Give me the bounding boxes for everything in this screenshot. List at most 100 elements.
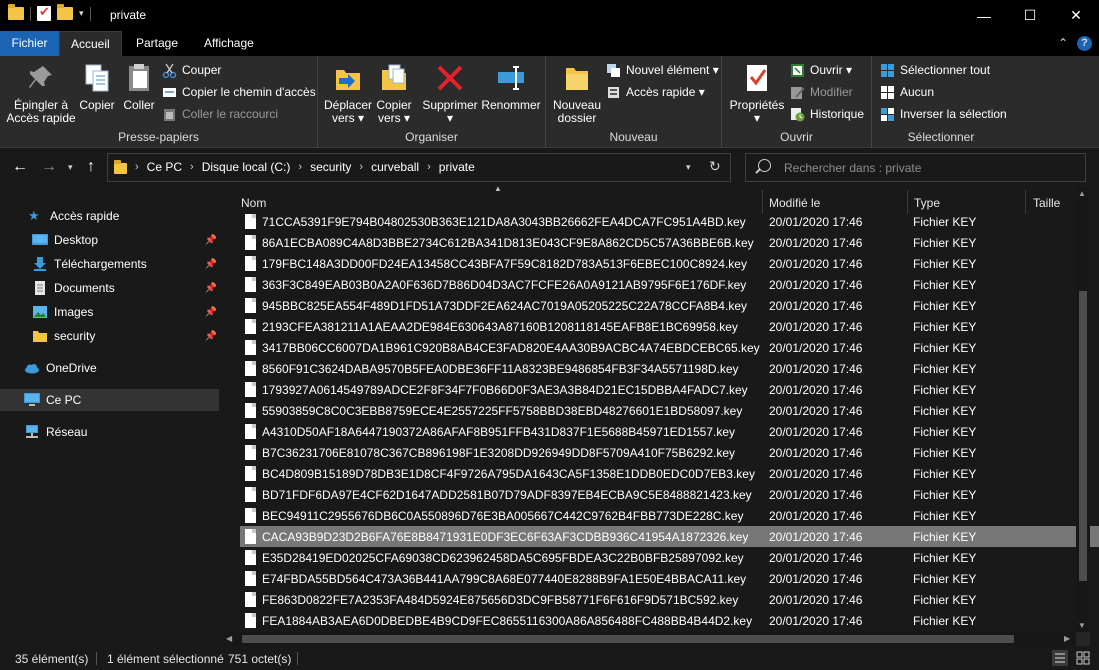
recent-locations-icon[interactable]: ▾ (68, 162, 73, 173)
nav-security[interactable]: security 📌 (0, 325, 219, 347)
customize-toolbar-icon[interactable]: ▾ (79, 8, 84, 19)
table-row[interactable]: E35D28419ED02025CFA69038CD623962458DA5C6… (240, 547, 1099, 568)
delete-button[interactable]: Supprimer ▾ (418, 62, 482, 125)
table-row[interactable]: 179FBC148A3DD00FD24EA13458CC43BFA7F59C81… (240, 253, 1099, 274)
copy-to-button[interactable]: Copier vers ▾ (374, 62, 414, 125)
pin-quick-access-button[interactable]: Épingler à Accès rapide (6, 62, 76, 125)
pin-icon[interactable]: 📌 (205, 331, 217, 342)
tab-file[interactable]: Fichier (0, 31, 59, 56)
pin-icon[interactable]: 📌 (205, 283, 217, 294)
table-row[interactable]: 8560F91C3624DABA9570B5FEA0DBE36FF11A8323… (240, 358, 1099, 379)
move-to-button[interactable]: Déplacer vers ▾ (322, 62, 374, 125)
table-row[interactable]: BC4D809B15189D78DB3E1D8CF4F9726A795DA164… (240, 463, 1099, 484)
maximize-button[interactable]: ☐ (1007, 0, 1053, 31)
search-box[interactable] (745, 153, 1086, 182)
chevron-right-icon[interactable]: › (135, 161, 139, 173)
select-none-button[interactable]: Aucun (880, 82, 934, 102)
scroll-thumb[interactable] (242, 635, 1014, 643)
collapse-ribbon-icon[interactable]: ⌃ (1058, 36, 1068, 50)
chevron-right-icon[interactable]: › (190, 161, 194, 173)
new-folder-icon[interactable] (57, 4, 73, 20)
table-row[interactable]: A4310D50AF18A6447190372A86AFAF8B951FFB43… (240, 421, 1099, 442)
select-all-button[interactable]: Sélectionner tout (880, 60, 990, 80)
file-icon (245, 487, 256, 502)
table-row[interactable]: BD71FDF6DA97E4CF62D1647ADD2581B07D79ADF8… (240, 484, 1099, 505)
rename-button[interactable]: Renommer (480, 62, 542, 112)
table-row[interactable]: 363F3C849EAB03B0A2A0F636D7B86D04D3AC7FCF… (240, 274, 1099, 295)
close-button[interactable]: ✕ (1053, 0, 1099, 31)
breadcrumb-this-pc[interactable]: Ce PC (147, 160, 182, 174)
table-row[interactable]: 945BBC825EA554F489D1FD51A73DDF2EA624AC70… (240, 295, 1099, 316)
chevron-right-icon[interactable]: › (359, 161, 363, 173)
tab-home[interactable]: Accueil (59, 31, 122, 56)
table-row[interactable]: 55903859C8C0C3EBB8759ECE4E2557225FF5758B… (240, 400, 1099, 421)
easy-access-button[interactable]: Accès rapide ▾ (606, 82, 705, 102)
cut-button[interactable]: Couper (162, 60, 221, 80)
breadcrumb-local-disk[interactable]: Disque local (C:) (202, 160, 291, 174)
table-row[interactable]: 2193CFEA381211A1AEAA2DE984E630643A87160B… (240, 316, 1099, 337)
scroll-thumb[interactable] (1079, 291, 1087, 581)
nav-images[interactable]: Images 📌 (0, 301, 219, 323)
minimize-button[interactable]: — (961, 0, 1007, 31)
invert-selection-button[interactable]: Inverser la sélection (880, 104, 1007, 124)
scroll-right-icon[interactable]: ▶ (1064, 634, 1070, 643)
pin-icon[interactable]: 📌 (205, 307, 217, 318)
nav-downloads[interactable]: Téléchargements 📌 (0, 253, 219, 275)
edit-button[interactable]: Modifier (790, 82, 853, 102)
file-icon (245, 298, 256, 313)
copy-path-button[interactable]: Copier le chemin d'accès (162, 82, 316, 102)
pin-icon[interactable]: 📌 (205, 235, 217, 246)
chevron-right-icon[interactable]: › (427, 161, 431, 173)
history-button[interactable]: Historique (790, 104, 864, 124)
horizontal-scrollbar[interactable]: ◀ ▶ (222, 632, 1076, 646)
forward-arrow-icon[interactable]: → (41, 158, 57, 176)
file-type: Fichier KEY (913, 361, 977, 376)
table-row[interactable]: E74FBDA55BD564C473A36B441AA799C8A68E0774… (240, 568, 1099, 589)
properties-button[interactable]: Propriétés ▾ (728, 62, 786, 125)
tab-view[interactable]: Affichage (193, 31, 265, 56)
scroll-left-icon[interactable]: ◀ (226, 634, 232, 643)
pin-icon[interactable]: 📌 (205, 259, 217, 270)
nav-network[interactable]: Réseau (0, 421, 219, 443)
nav-quick-access[interactable]: ★ Accès rapide (0, 205, 219, 227)
new-item-button[interactable]: Nouvel élément ▾ (606, 60, 719, 80)
search-input[interactable] (784, 159, 1074, 177)
properties-icon[interactable] (37, 4, 51, 21)
new-folder-button[interactable]: Nouveau dossier (550, 62, 604, 125)
table-row[interactable]: 71CCA5391F9E794B04802530B363E121DA8A3043… (240, 211, 1099, 232)
vertical-scrollbar[interactable]: ▲ ▼ (1076, 187, 1090, 633)
breadcrumb-private[interactable]: private (439, 160, 475, 174)
scroll-up-icon[interactable]: ▲ (1078, 189, 1086, 198)
file-modified: 20/01/2020 17:46 (769, 277, 863, 292)
large-icons-view-icon[interactable] (1075, 650, 1091, 666)
open-button[interactable]: Ouvrir ▾ (790, 60, 852, 80)
nav-this-pc[interactable]: Ce PC (0, 389, 219, 411)
table-row[interactable]: FEA1884AB3AEA6D0DBEDBE4B9CD9FEC865511630… (240, 610, 1099, 631)
breadcrumb-security[interactable]: security (310, 160, 351, 174)
help-icon[interactable]: ? (1077, 36, 1092, 51)
table-row[interactable]: FE863D0822FE7A2353FA484D5924E875656D3DC9… (240, 589, 1099, 610)
details-view-icon[interactable] (1052, 650, 1068, 666)
table-row[interactable]: 1793927A0614549789ADCE2F8F34F7F0B66D0F3A… (240, 379, 1099, 400)
up-arrow-icon[interactable]: ↑ (87, 158, 95, 176)
scroll-down-icon[interactable]: ▼ (1078, 621, 1086, 630)
nav-documents[interactable]: Documents 📌 (0, 277, 219, 299)
history-icon (790, 107, 805, 122)
back-arrow-icon[interactable]: ← (12, 158, 28, 176)
table-row[interactable]: BEC94911C2955676DB6C0A550896D76E3BA00566… (240, 505, 1099, 526)
refresh-icon[interactable]: ↻ (709, 158, 721, 175)
copy-button[interactable]: Copier (76, 62, 118, 112)
paste-shortcut-button[interactable]: Coller le raccourci (162, 104, 278, 124)
table-row[interactable]: 86A1ECBA089C4A8D3BBE2734C612BA341D813E04… (240, 232, 1099, 253)
address-bar[interactable]: › Ce PC › Disque local (C:) › security ›… (107, 153, 731, 182)
table-row[interactable]: CACA93B9D23D2B6FA76E8B8471931E0DF3EC6F63… (240, 526, 1099, 547)
table-row[interactable]: 3417BB06CC6007DA1B961C920B8AB4CE3FAD820E… (240, 337, 1099, 358)
tab-share[interactable]: Partage (125, 31, 189, 56)
paste-button[interactable]: Coller (120, 62, 158, 112)
address-history-icon[interactable]: ▾ (686, 162, 691, 173)
nav-onedrive[interactable]: OneDrive (0, 357, 219, 379)
chevron-right-icon[interactable]: › (298, 161, 302, 173)
table-row[interactable]: B7C36231706E81078C367CB896198F1E3208DD92… (240, 442, 1099, 463)
nav-desktop[interactable]: Desktop 📌 (0, 229, 219, 251)
breadcrumb-curveball[interactable]: curveball (371, 160, 419, 174)
